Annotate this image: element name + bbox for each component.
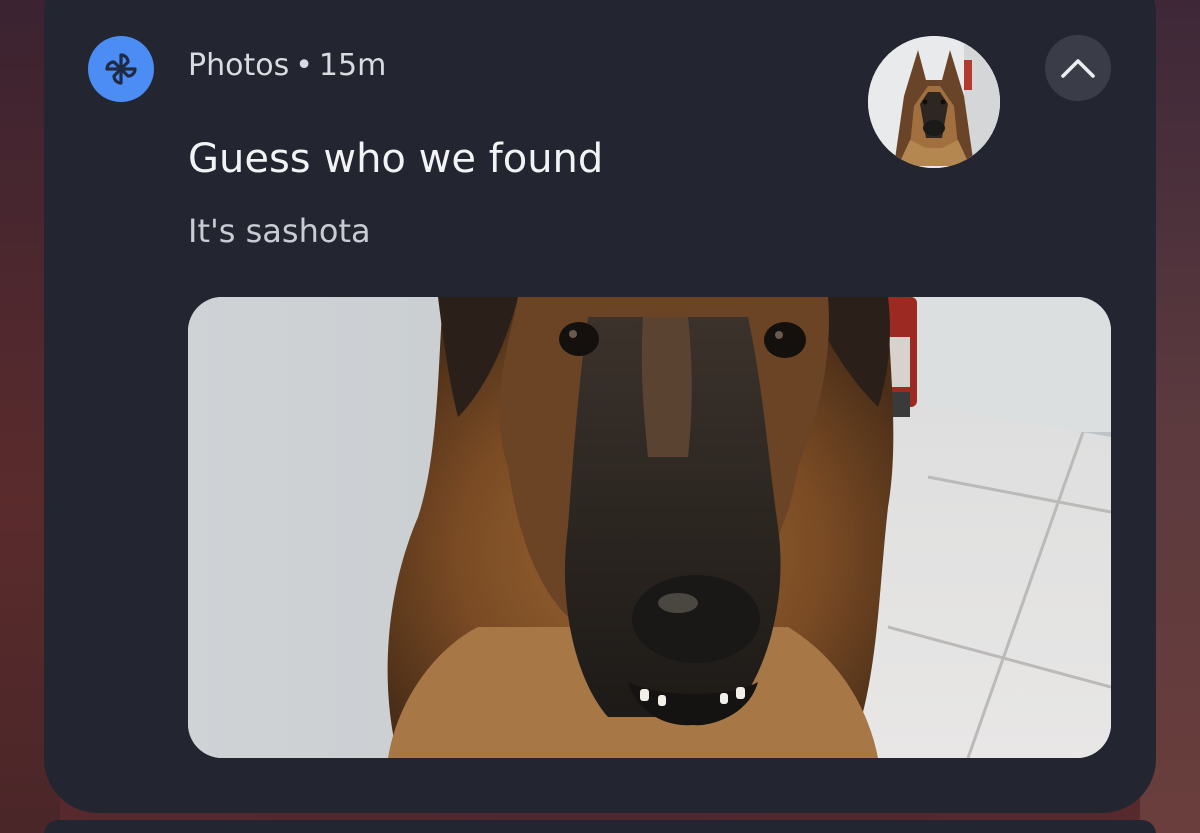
app-name: Photos	[188, 48, 290, 83]
notification-image[interactable]	[188, 297, 1111, 758]
dog-photo	[188, 297, 1111, 758]
notification-title: Guess who we found	[188, 136, 604, 182]
notification-body: It's sashota	[188, 212, 371, 250]
notification-header: Photos • 15m	[188, 48, 386, 83]
collapse-button[interactable]	[1045, 35, 1111, 101]
pinwheel-icon	[105, 53, 137, 85]
next-notification-card[interactable]	[44, 820, 1156, 833]
separator-dot: •	[295, 48, 313, 83]
timestamp: 15m	[318, 48, 387, 83]
photos-app-icon	[88, 36, 154, 102]
chevron-up-icon	[1061, 59, 1095, 78]
notification-thumbnail	[868, 36, 1000, 168]
